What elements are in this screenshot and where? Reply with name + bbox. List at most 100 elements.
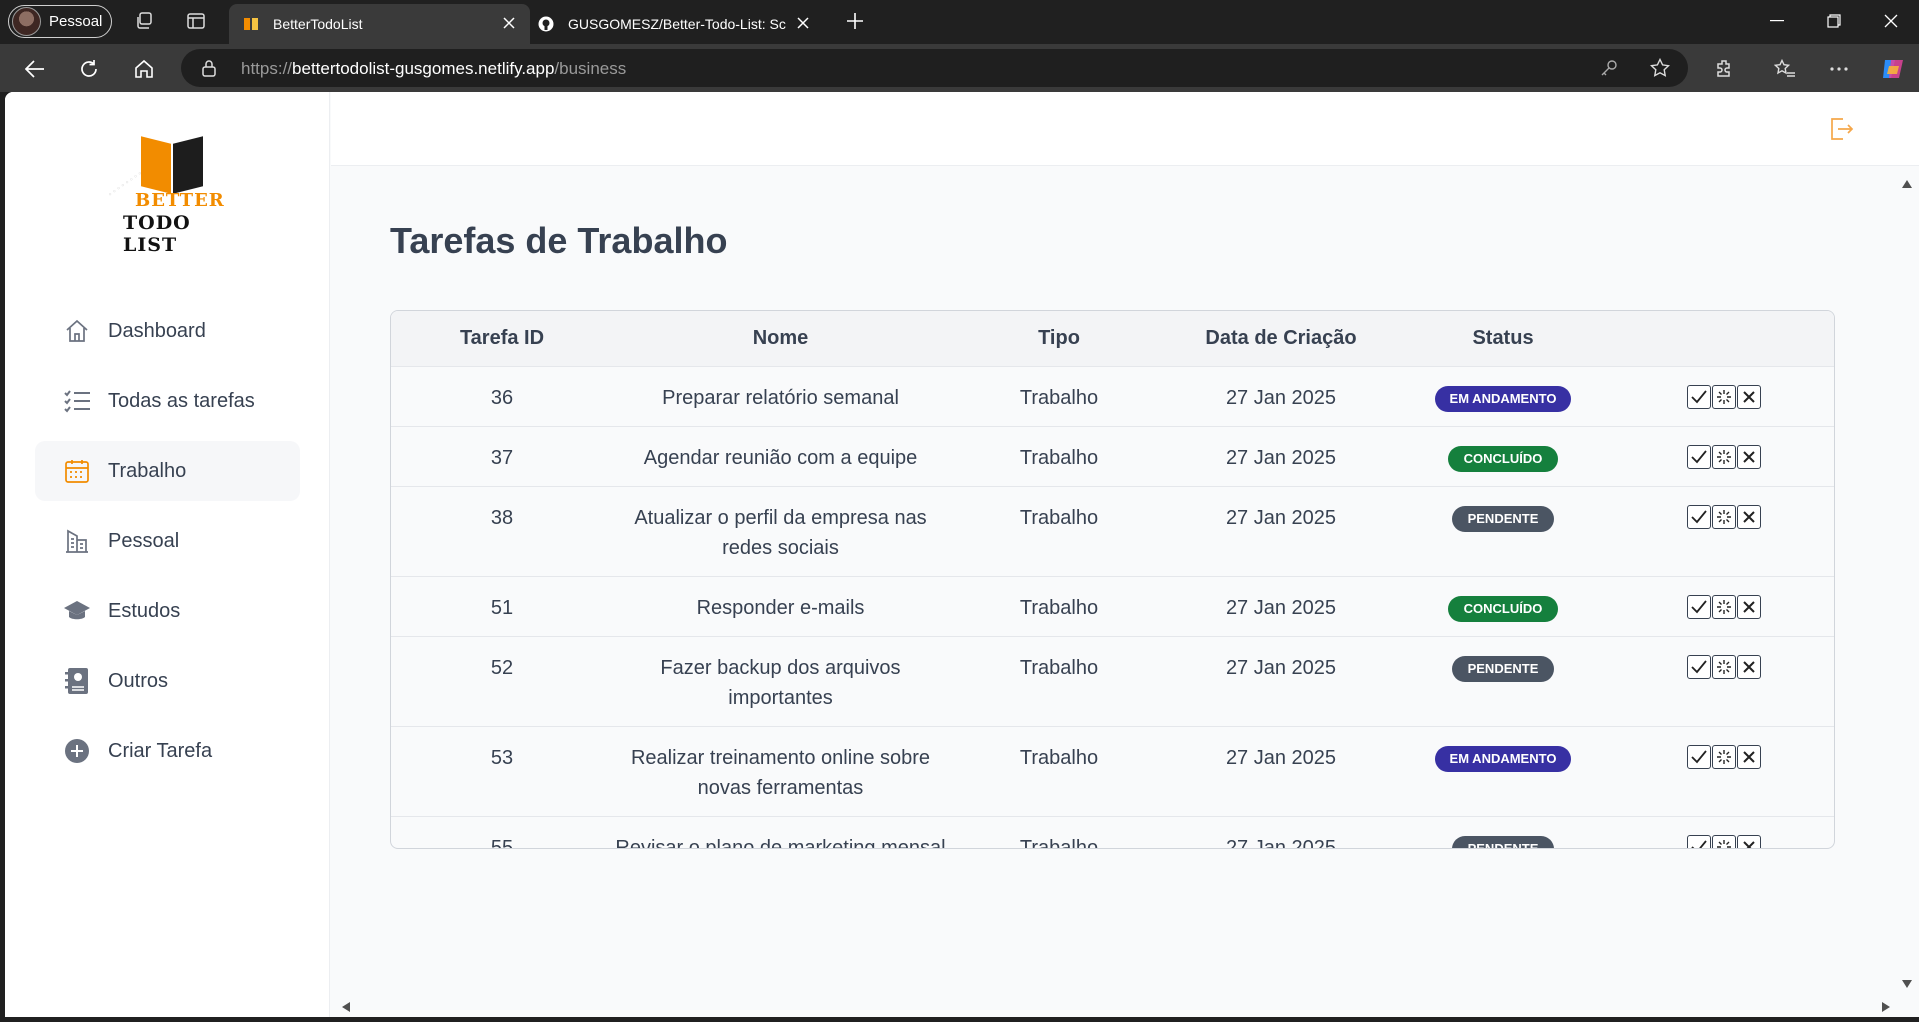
lock-icon[interactable] (201, 59, 217, 82)
check-icon (1691, 449, 1707, 463)
delete-task-button[interactable] (1737, 834, 1761, 848)
task-id-cell: 52 (490, 656, 514, 679)
row-actions (1687, 834, 1761, 848)
graduation-cap-icon (63, 597, 91, 625)
table-row: 53 Realizar treinamento online sobre nova… (391, 726, 1834, 816)
sidebar-item-pessoal[interactable]: Pessoal (35, 511, 300, 571)
task-status-cell: CONCLUÍDO (1392, 426, 1614, 486)
tab-bettertodolist[interactable]: BetterTodoList (229, 4, 530, 44)
in-progress-task-button[interactable] (1712, 744, 1736, 769)
task-type-cell: Trabalho (1019, 656, 1099, 679)
close-icon (1743, 600, 1755, 613)
in-progress-task-button[interactable] (1712, 504, 1736, 529)
tab-github[interactable]: GUSGOMESZ/Better-Todo-List: Sc (524, 4, 824, 44)
delete-task-button[interactable] (1737, 654, 1761, 679)
plus-circle-icon (63, 737, 91, 765)
restore-icon[interactable] (1819, 8, 1849, 34)
task-name-cell: Preparar relatório semanal (662, 386, 899, 409)
delete-task-button[interactable] (1737, 594, 1761, 619)
task-type-cell: Trabalho (1019, 506, 1099, 529)
scroll-up-arrow-icon[interactable] (1901, 176, 1913, 194)
task-id-cell: 55 (490, 836, 514, 849)
more-options-icon[interactable] (1826, 56, 1852, 82)
copilot-icon[interactable] (1880, 56, 1906, 82)
in-progress-task-button[interactable] (1712, 444, 1736, 469)
workspaces-icon[interactable] (133, 10, 155, 32)
profile-button[interactable]: Pessoal (8, 5, 112, 38)
task-id-cell: 38 (490, 506, 514, 529)
task-actions-cell (1614, 816, 1834, 848)
task-name-cell: Responder e-mails (696, 596, 865, 619)
delete-task-button[interactable] (1737, 504, 1761, 529)
key-icon[interactable] (1600, 59, 1618, 82)
browser-tab-strip: Pessoal BetterTodoList GUSGOMESZ/Better-… (0, 0, 1919, 44)
spinner-icon (1717, 449, 1731, 464)
sidebar-item-outros[interactable]: Outros (35, 651, 300, 711)
task-date-cell: 27 Jan 2025 (1225, 656, 1337, 679)
delete-task-button[interactable] (1737, 744, 1761, 769)
task-type-cell: Trabalho (1019, 746, 1099, 769)
complete-task-button[interactable] (1687, 594, 1711, 619)
url-path: /business (554, 59, 627, 78)
minimize-icon[interactable] (1762, 8, 1792, 34)
sidebar-item-criar-tarefa[interactable]: Criar Tarefa (35, 721, 300, 781)
page-viewport: ◦◦◦◦◦◦◦◦◦◦◦◦ BETTER TODO LIST Dashboard … (5, 92, 1919, 1017)
complete-task-button[interactable] (1687, 654, 1711, 679)
refresh-icon[interactable] (76, 56, 102, 82)
task-status-cell: CONCLUÍDO (1392, 576, 1614, 636)
table-row: 36 Preparar relatório semanal Trabalho 27 J… (391, 366, 1834, 426)
sidebar-item-todas-as-tarefas[interactable]: Todas as tarefas (35, 371, 300, 431)
url-field[interactable]: https://bettertodolist-gusgomes.netlify.… (181, 49, 1688, 87)
complete-task-button[interactable] (1687, 744, 1711, 769)
logout-icon[interactable] (1828, 116, 1854, 142)
sidebar-item-dashboard[interactable]: Dashboard (35, 301, 300, 361)
task-name-cell: Agendar reunião com a equipe (643, 446, 918, 469)
close-tab-icon[interactable] (794, 14, 812, 32)
app-logo[interactable]: ◦◦◦◦◦◦◦◦◦◦◦◦ BETTER TODO LIST (105, 132, 235, 256)
notebook-icon (63, 667, 91, 695)
back-icon[interactable] (22, 56, 48, 82)
task-date-cell: 27 Jan 2025 (1225, 596, 1337, 619)
spinner-icon (1717, 659, 1731, 674)
task-date-cell: 27 Jan 2025 (1225, 446, 1337, 469)
new-tab-icon[interactable] (844, 10, 866, 32)
in-progress-task-button[interactable] (1712, 654, 1736, 679)
task-status-cell: PENDENTE (1392, 816, 1614, 848)
close-icon (1743, 390, 1755, 403)
extensions-icon[interactable] (1711, 56, 1737, 82)
list-icon (63, 387, 91, 415)
complete-task-button[interactable] (1687, 504, 1711, 529)
task-id-cell: 53 (490, 746, 514, 769)
in-progress-task-button[interactable] (1712, 834, 1736, 848)
in-progress-task-button[interactable] (1712, 594, 1736, 619)
complete-task-button[interactable] (1687, 444, 1711, 469)
sidebar-item-label: Outros (108, 669, 169, 692)
close-window-icon[interactable] (1876, 8, 1906, 34)
sidebar-item-trabalho[interactable]: Trabalho (35, 441, 300, 501)
status-badge: CONCLUÍDO (1447, 596, 1559, 623)
scroll-right-arrow-icon[interactable] (1881, 1000, 1891, 1017)
scroll-down-arrow-icon[interactable] (1901, 976, 1913, 994)
sidebar-item-estudos[interactable]: Estudos (35, 581, 300, 641)
check-icon (1691, 389, 1707, 403)
close-tab-icon[interactable] (500, 14, 518, 32)
delete-task-button[interactable] (1737, 384, 1761, 409)
status-badge: PENDENTE (1451, 836, 1555, 848)
close-icon (1743, 840, 1755, 848)
column-header: Tipo (1038, 326, 1080, 349)
complete-task-button[interactable] (1687, 834, 1711, 848)
building-icon (63, 527, 91, 555)
sidebar-item-label: Estudos (108, 599, 181, 622)
home-browser-icon[interactable] (131, 56, 157, 82)
delete-task-button[interactable] (1737, 444, 1761, 469)
scroll-left-arrow-icon[interactable] (341, 1000, 351, 1017)
favorite-star-icon[interactable] (1649, 57, 1671, 83)
favorites-icon[interactable] (1772, 56, 1798, 82)
close-icon (1743, 450, 1755, 463)
url-scheme: https:// (241, 59, 293, 78)
vertical-tabs-icon[interactable] (185, 10, 207, 32)
complete-task-button[interactable] (1687, 384, 1711, 409)
row-actions (1687, 654, 1761, 679)
url-host: bettertodolist-gusgomes.netlify.app (292, 59, 555, 78)
in-progress-task-button[interactable] (1712, 384, 1736, 409)
